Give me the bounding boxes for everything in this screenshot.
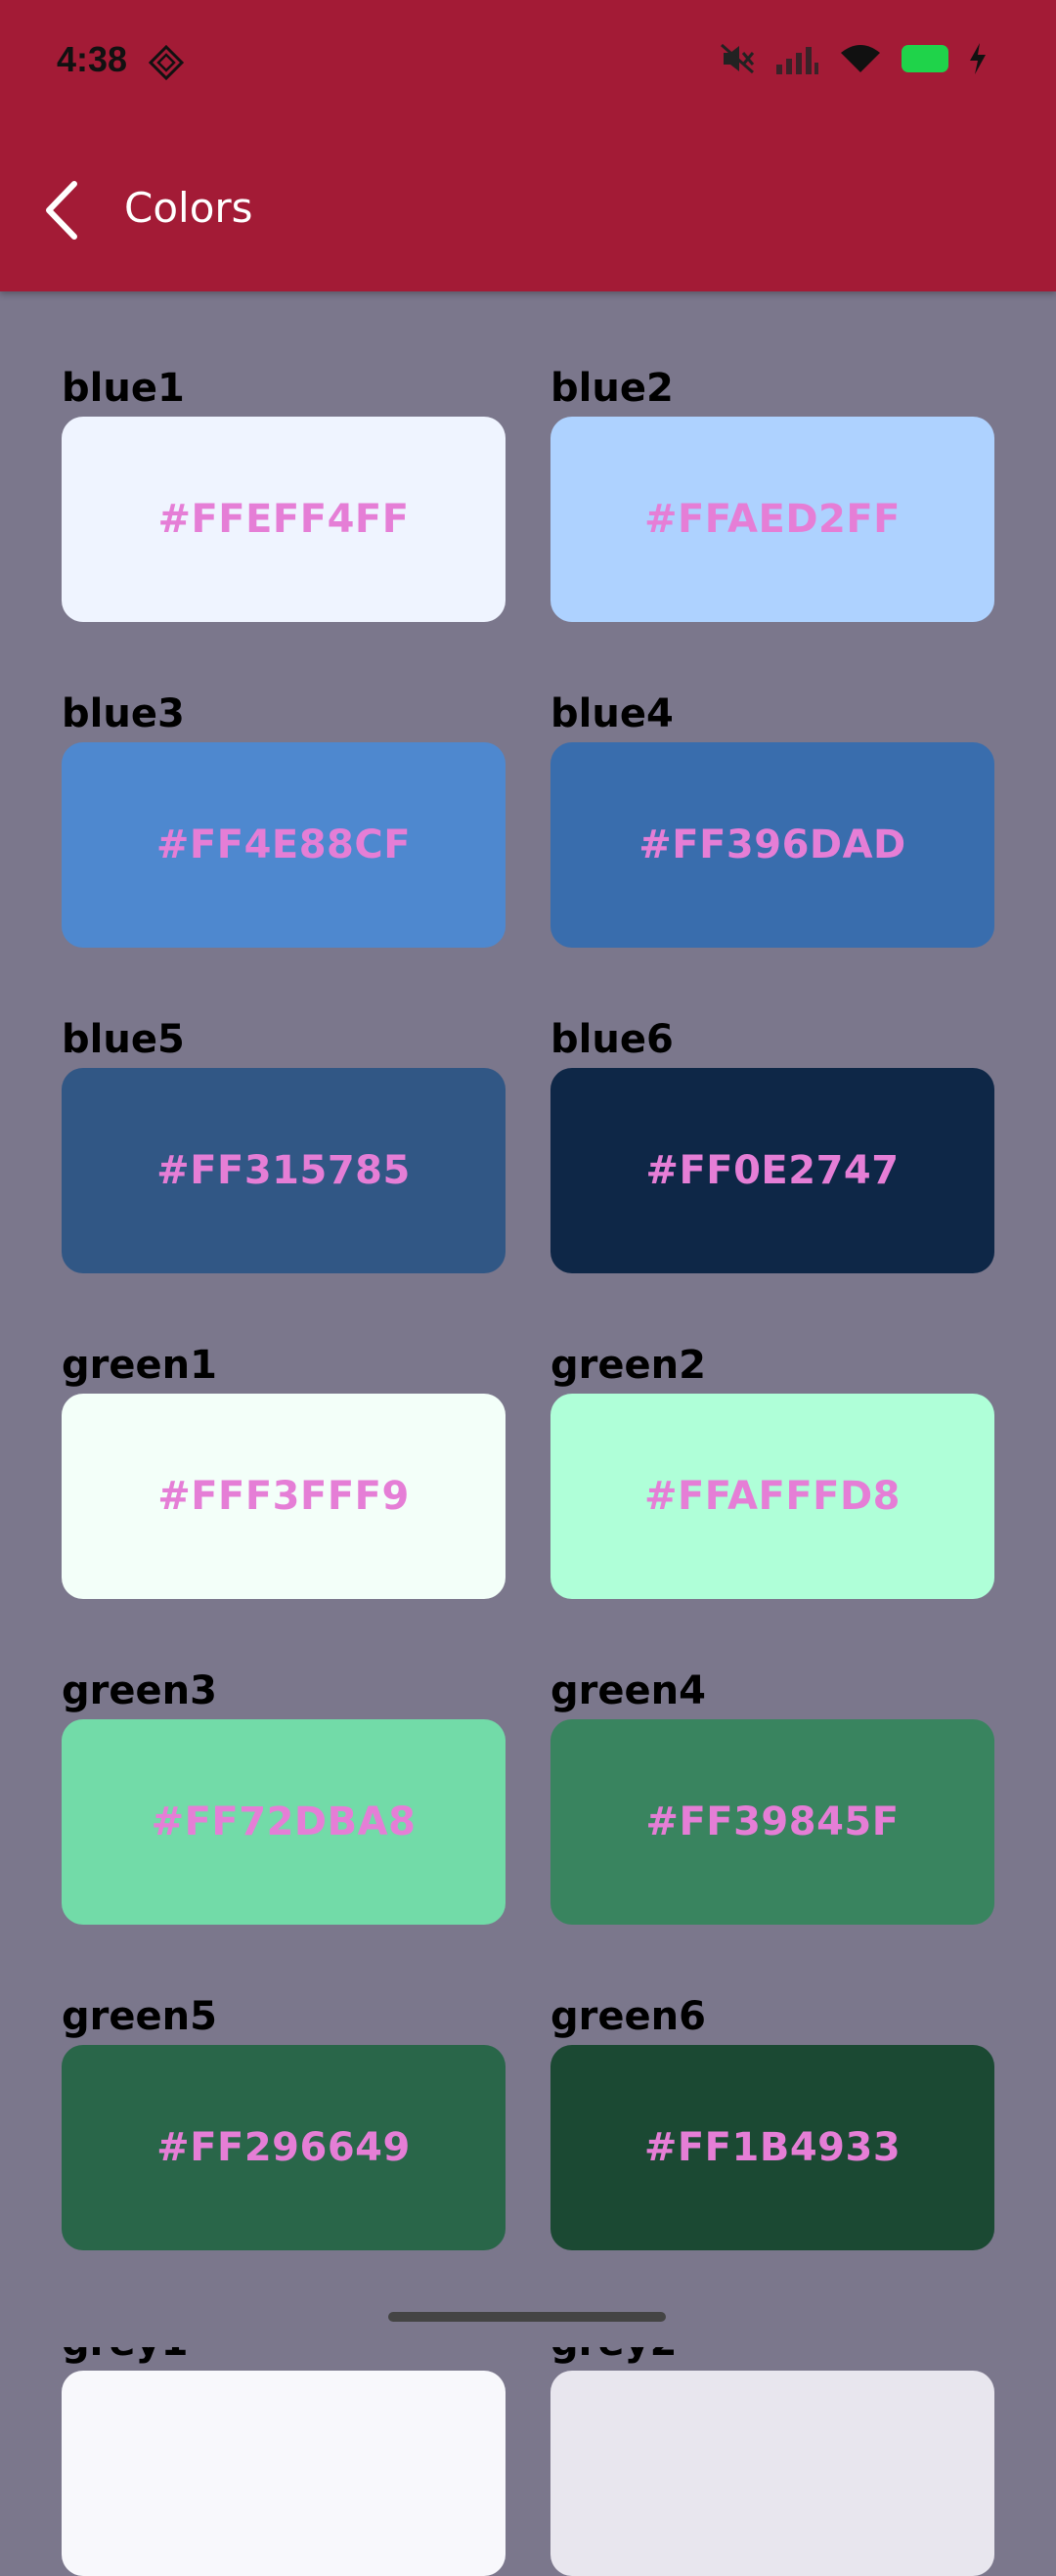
color-swatch[interactable]: [550, 2371, 994, 2576]
color-hex: #FF396DAD: [638, 822, 906, 867]
color-swatch[interactable]: [62, 2371, 506, 2576]
color-hex: #FF39845F: [645, 1799, 900, 1844]
signal-icon: [776, 47, 818, 74]
wifi-icon: [841, 45, 880, 72]
color-hex: #FF315785: [156, 1148, 411, 1193]
color-swatch[interactable]: #FFF3FFF9: [62, 1394, 506, 1599]
color-name: blue3: [62, 691, 185, 736]
bottom-cutoff: [0, 2326, 1056, 2347]
color-swatch[interactable]: #FFEFF4FF: [62, 417, 506, 622]
color-swatch[interactable]: #FFAFFFD8: [550, 1394, 994, 1599]
color-item: grey1: [62, 2314, 506, 2576]
color-name: blue5: [62, 1017, 185, 1062]
mute-icon: [721, 43, 755, 74]
color-item: blue1 #FFEFF4FF: [62, 360, 506, 622]
color-name: blue4: [550, 691, 674, 736]
color-name: green5: [62, 1994, 217, 2039]
app-notification-icon: [149, 45, 184, 80]
color-hex: #FFEFF4FF: [157, 497, 410, 542]
color-item: grey2: [550, 2314, 994, 2576]
color-hex: #FF4E88CF: [155, 822, 412, 867]
color-name: green6: [550, 1994, 706, 2039]
color-swatch[interactable]: #FF296649: [62, 2045, 506, 2250]
color-swatch[interactable]: #FF0E2747: [550, 1068, 994, 1273]
color-name: blue6: [550, 1017, 674, 1062]
color-name: green4: [550, 1668, 706, 1713]
color-name: blue2: [550, 366, 674, 411]
page-title: Colors: [124, 184, 253, 232]
home-indicator[interactable]: [388, 2312, 666, 2322]
color-name: green3: [62, 1668, 217, 1713]
app-bar: 4:38 Colors: [0, 0, 1056, 291]
battery-icon: [902, 45, 948, 72]
color-swatch[interactable]: #FF39845F: [550, 1719, 994, 1925]
color-item: blue3 #FF4E88CF: [62, 686, 506, 948]
color-hex: #FFF3FFF9: [157, 1474, 410, 1519]
color-swatch[interactable]: #FFAED2FF: [550, 417, 994, 622]
color-item: blue2 #FFAED2FF: [550, 360, 994, 622]
color-item: green1 #FFF3FFF9: [62, 1337, 506, 1599]
color-item: green5 #FF296649: [62, 1988, 506, 2250]
status-time: 4:38: [57, 39, 128, 79]
color-swatch[interactable]: #FF315785: [62, 1068, 506, 1273]
color-name: green2: [550, 1343, 706, 1388]
color-swatch[interactable]: #FF4E88CF: [62, 742, 506, 948]
color-item: blue5 #FF315785: [62, 1011, 506, 1273]
color-swatch[interactable]: #FF396DAD: [550, 742, 994, 948]
color-hex: #FF0E2747: [645, 1148, 900, 1193]
status-icons: [720, 43, 988, 74]
color-item: green4 #FF39845F: [550, 1663, 994, 1925]
color-hex: #FF296649: [156, 2125, 411, 2170]
back-button[interactable]: [39, 176, 88, 244]
color-hex: #FF1B4933: [643, 2125, 902, 2170]
color-hex: #FF72DBA8: [151, 1799, 417, 1844]
color-item: green3 #FF72DBA8: [62, 1663, 506, 1925]
charging-icon: [970, 43, 986, 74]
color-item: blue6 #FF0E2747: [550, 1011, 994, 1273]
color-item: blue4 #FF396DAD: [550, 686, 994, 948]
color-hex: #FFAFFFD8: [643, 1474, 902, 1519]
color-swatch[interactable]: #FF1B4933: [550, 2045, 994, 2250]
color-swatch[interactable]: #FF72DBA8: [62, 1719, 506, 1925]
color-grid: blue1 #FFEFF4FF blue2 #FFAED2FF blue3 #F…: [62, 360, 994, 2576]
color-name: green1: [62, 1343, 217, 1388]
color-name: blue1: [62, 366, 185, 411]
color-item: green6 #FF1B4933: [550, 1988, 994, 2250]
color-item: green2 #FFAFFFD8: [550, 1337, 994, 1599]
color-hex: #FFAED2FF: [643, 497, 902, 542]
